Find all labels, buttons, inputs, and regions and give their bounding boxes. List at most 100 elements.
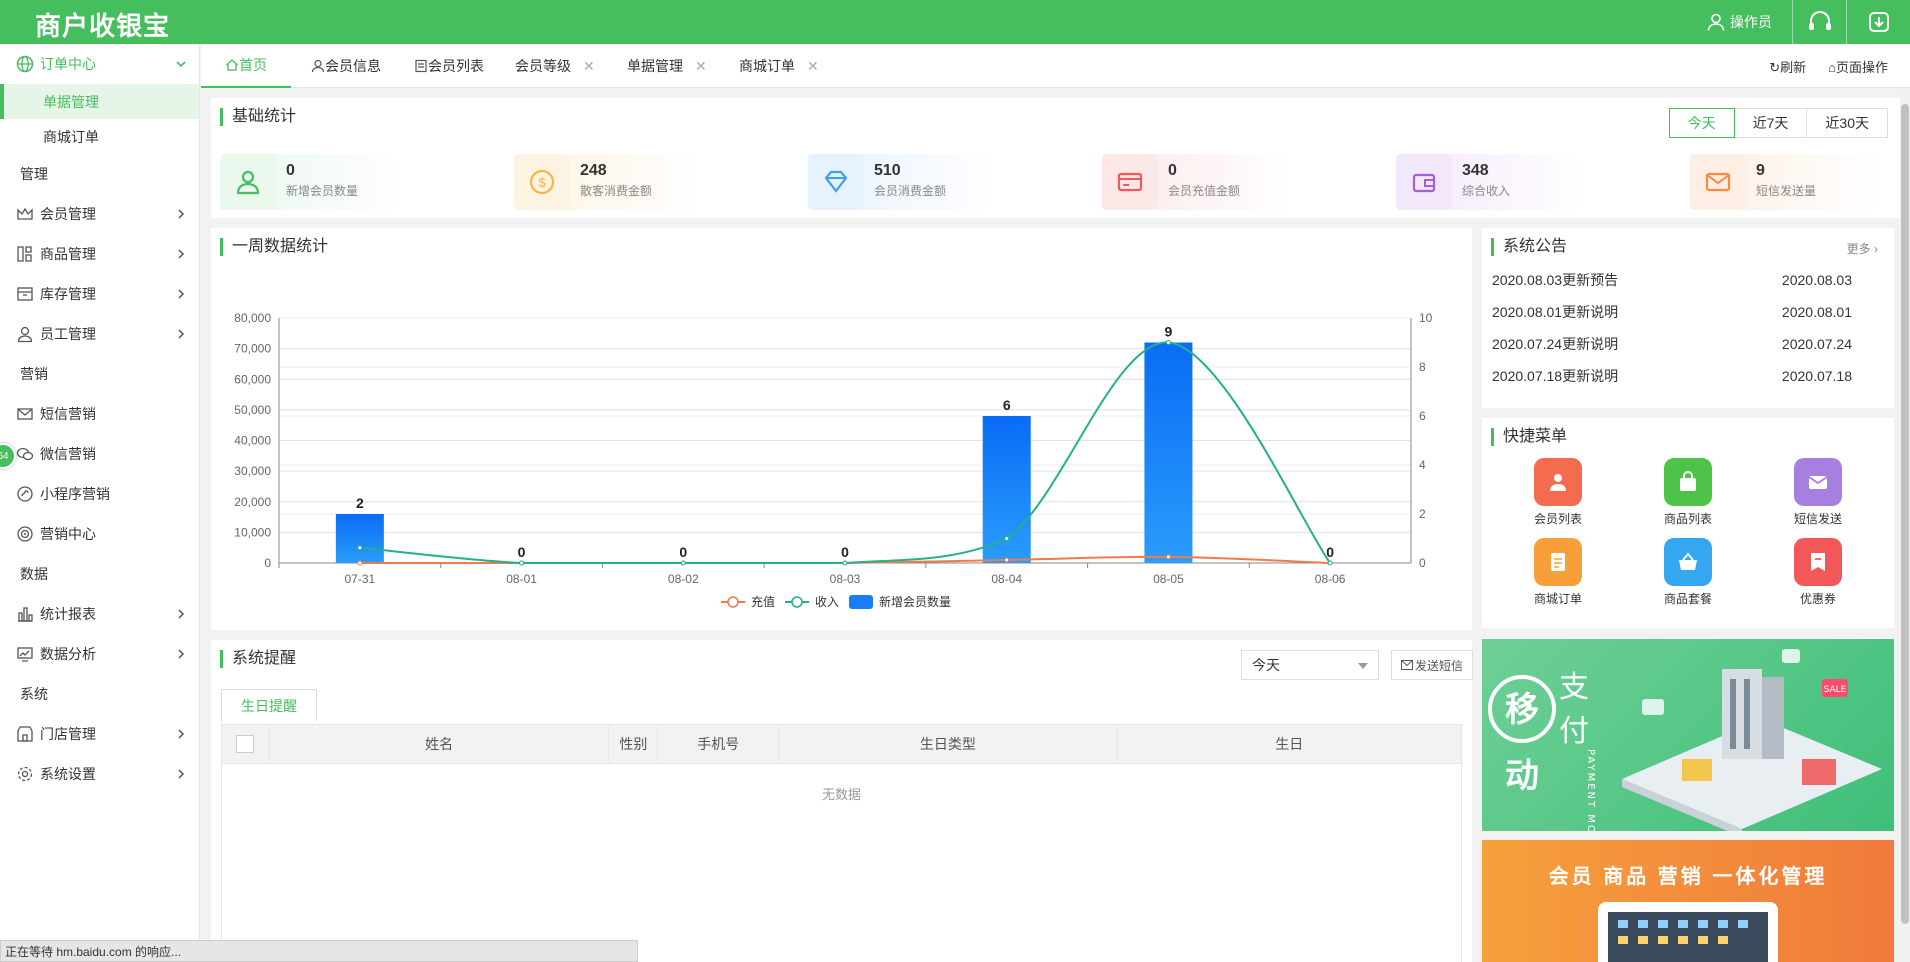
mobile-payment-banner[interactable]: 移 动 支 付 PAYMENT MOBILE SALE xyxy=(1482,639,1894,831)
download-button[interactable] xyxy=(1846,0,1910,44)
quick-menu-label: 商品列表 xyxy=(1663,512,1712,526)
refresh-button[interactable]: ↻刷新 xyxy=(1769,57,1806,76)
banner-pay-char-2: 付 xyxy=(1559,714,1589,749)
tab-member-info[interactable]: 会员信息 xyxy=(311,44,381,88)
stat-label: 新增会员数量 xyxy=(286,184,359,198)
sidebar-sub-bill-management[interactable]: 单据管理 xyxy=(0,84,199,119)
table-body: 无数据 xyxy=(221,764,1462,962)
tab-birthday-reminder[interactable]: 生日提醒 xyxy=(221,689,317,721)
sidebar-item-sms-marketing[interactable]: 短信营销 xyxy=(0,394,199,434)
mail-icon xyxy=(1690,154,1746,210)
integrated-management-banner[interactable]: 会员 商品 营销 一体化管理 xyxy=(1482,840,1894,962)
chevron-right-icon xyxy=(175,647,187,663)
announcement-item[interactable]: 2020.08.03更新预告 2020.08.03 xyxy=(1492,264,1852,296)
sidebar-item-label: 系统设置 xyxy=(40,766,96,782)
bar-data-label: 6 xyxy=(1003,397,1011,413)
sidebar-item-system-settings[interactable]: 系统设置 xyxy=(0,754,199,794)
sidebar-item-marketing-center[interactable]: 营销中心 xyxy=(0,514,199,554)
weekly-stats-panel: 一周数据统计 0 10,000 20,000 30,000 40,000 50,000 60… xyxy=(211,228,1472,630)
chevron-right-icon xyxy=(175,327,187,343)
quick-menu-label: 短信发送 xyxy=(1793,512,1842,526)
column-header[interactable]: 性别 xyxy=(609,725,659,763)
y-left-tick-label: 60,000 xyxy=(234,372,271,386)
operator-menu[interactable]: 操作员 xyxy=(1686,12,1792,32)
wechat-icon xyxy=(16,445,34,463)
tab-label: 首页 xyxy=(239,57,267,73)
close-icon[interactable]: ✕ xyxy=(807,58,819,75)
support-button[interactable] xyxy=(1792,0,1846,44)
stat-card-member-recharge: 0 会员充值金额 xyxy=(1102,154,1292,210)
y-right-tick-label: 2 xyxy=(1419,507,1426,521)
x-tick-label: 08-03 xyxy=(830,572,861,586)
card-icon xyxy=(1102,154,1158,210)
range-30-days[interactable]: 近30天 xyxy=(1806,108,1888,138)
tab-bill-management[interactable]: 单据管理 ✕ xyxy=(627,44,707,88)
period-select[interactable]: 今天 xyxy=(1241,650,1379,680)
refresh-label: 刷新 xyxy=(1780,59,1807,75)
sidebar-item-staff-management[interactable]: 员工管理 xyxy=(0,314,199,354)
column-header[interactable]: 生日 xyxy=(1118,725,1461,763)
x-tick-label: 08-06 xyxy=(1315,572,1346,586)
stat-value: 9 xyxy=(1756,162,1765,179)
more-link[interactable]: 更多 › xyxy=(1847,240,1878,257)
range-7-days[interactable]: 近7天 xyxy=(1733,108,1808,138)
announcement-item[interactable]: 2020.07.18更新说明 2020.07.18 xyxy=(1492,360,1852,392)
select-all-checkbox[interactable] xyxy=(236,735,255,753)
announcement-item[interactable]: 2020.07.24更新说明 2020.07.24 xyxy=(1492,328,1852,360)
sidebar-item-label: 统计报表 xyxy=(40,606,96,622)
sidebar-item-order-center[interactable]: 订单中心 xyxy=(0,44,199,84)
column-header[interactable]: 生日类型 xyxy=(779,725,1118,763)
sidebar-item-miniapp-marketing[interactable]: 小程序营销 xyxy=(0,474,199,514)
quick-menu-goods-list[interactable]: 商品列表 xyxy=(1648,458,1728,527)
sidebar-item-label: 会员管理 xyxy=(40,206,96,222)
bar xyxy=(335,514,384,563)
send-sms-button[interactable]: 发送短信 xyxy=(1391,650,1473,680)
stat-value: 0 xyxy=(286,162,295,179)
bar-data-label: 0 xyxy=(679,544,687,560)
quick-menu-mall-orders[interactable]: 商城订单 xyxy=(1518,538,1598,607)
user-icon xyxy=(311,59,325,73)
tab-home[interactable]: 首页 xyxy=(201,44,291,88)
close-icon[interactable]: ✕ xyxy=(583,58,595,75)
envelope-icon xyxy=(1400,660,1413,670)
legend-label: 新增会员数量 xyxy=(879,594,951,609)
x-tick-label: 08-01 xyxy=(506,572,537,586)
tab-mall-orders[interactable]: 商城订单 ✕ xyxy=(739,44,819,88)
tab-member-list[interactable]: 会员列表 xyxy=(414,44,484,88)
line-point xyxy=(1165,554,1171,560)
sidebar-item-wechat-marketing[interactable]: 微信营销 xyxy=(0,434,199,474)
quick-menu-coupon[interactable]: 优惠券 xyxy=(1778,538,1858,607)
sidebar-sub-mall-orders[interactable]: 商城订单 xyxy=(0,119,199,154)
tab-member-level[interactable]: 会员等级 ✕ xyxy=(515,44,595,88)
x-tick-label: 08-04 xyxy=(991,572,1022,586)
quick-menu-sms-send[interactable]: 短信发送 xyxy=(1778,458,1858,527)
y-right-tick-label: 10 xyxy=(1419,311,1433,325)
sidebar-item-inventory-management[interactable]: 库存管理 xyxy=(0,274,199,314)
sidebar-item-data-analysis[interactable]: 数据分析 xyxy=(0,634,199,674)
scrollbar-thumb[interactable] xyxy=(1901,104,1909,924)
y-left-tick-label: 0 xyxy=(264,556,271,570)
column-header[interactable]: 手机号 xyxy=(658,725,780,763)
column-header[interactable]: 姓名 xyxy=(270,725,610,763)
store-icon xyxy=(16,725,34,743)
line-point xyxy=(357,545,363,551)
svg-text:$: $ xyxy=(538,175,546,190)
page-scrollbar[interactable] xyxy=(1900,88,1910,962)
stat-card-sms-sent: 9 短信发送量 xyxy=(1690,154,1880,210)
close-icon[interactable]: ✕ xyxy=(695,58,707,75)
stat-value: 0 xyxy=(1168,162,1177,179)
bar xyxy=(1144,342,1193,563)
sidebar-item-store-management[interactable]: 门店管理 xyxy=(0,714,199,754)
sidebar-item-member-management[interactable]: 会员管理 xyxy=(0,194,199,234)
sidebar-item-goods-management[interactable]: 商品管理 xyxy=(0,234,199,274)
quick-menu-label: 商品套餐 xyxy=(1663,592,1712,606)
quick-menu-member-list[interactable]: 会员列表 xyxy=(1518,458,1598,527)
bar-data-label: 0 xyxy=(841,544,849,560)
sidebar-item-reports[interactable]: 统计报表 xyxy=(0,594,199,634)
announcement-date: 2020.08.01 xyxy=(1781,304,1852,320)
announcement-item[interactable]: 2020.08.01更新说明 2020.08.01 xyxy=(1492,296,1852,328)
page-ops-button[interactable]: ⌂页面操作 xyxy=(1828,57,1888,76)
quick-menu-goods-bundle[interactable]: 商品套餐 xyxy=(1648,538,1728,607)
range-today[interactable]: 今天 xyxy=(1668,108,1735,138)
basket-icon xyxy=(1664,538,1712,586)
